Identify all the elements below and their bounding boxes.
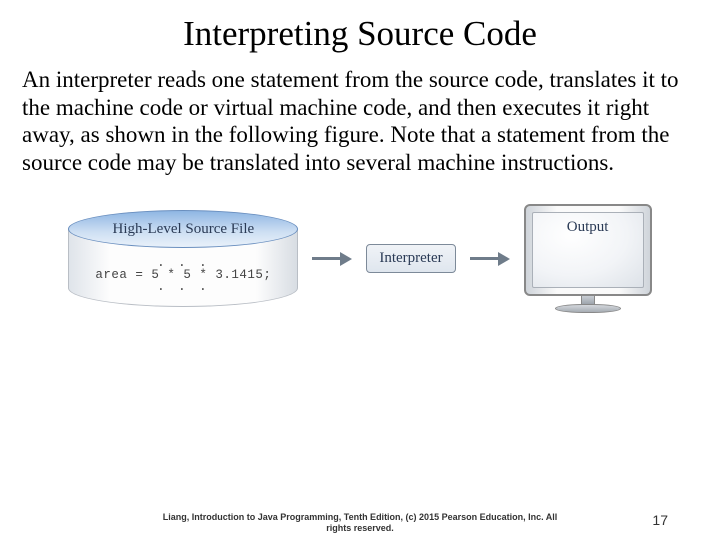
output-monitor: Output	[524, 204, 652, 313]
arrow-icon	[470, 253, 510, 265]
page-number: 17	[652, 512, 668, 528]
monitor-screen: Output	[532, 212, 644, 288]
ellipsis-bottom: . . .	[157, 282, 210, 292]
interpreter-figure: High-Level Source File . . . area = 5 * …	[22, 204, 698, 313]
ellipsis-top: . . .	[157, 258, 210, 268]
footer-line2: rights reserved.	[326, 523, 394, 533]
page-title: Interpreting Source Code	[22, 14, 698, 54]
output-label: Output	[567, 219, 609, 236]
interpreter-box: Interpreter	[366, 244, 455, 273]
source-file-cylinder: High-Level Source File . . . area = 5 * …	[68, 210, 298, 307]
footer-credit: Liang, Introduction to Java Programming,…	[0, 512, 720, 534]
monitor-frame: Output	[524, 204, 652, 296]
arrow-icon	[312, 253, 352, 265]
monitor-stand-base	[555, 304, 621, 313]
footer-line1: Liang, Introduction to Java Programming,…	[163, 512, 558, 522]
body-paragraph: An interpreter reads one statement from …	[22, 66, 698, 176]
slide: Interpreting Source Code An interpreter …	[0, 0, 720, 540]
